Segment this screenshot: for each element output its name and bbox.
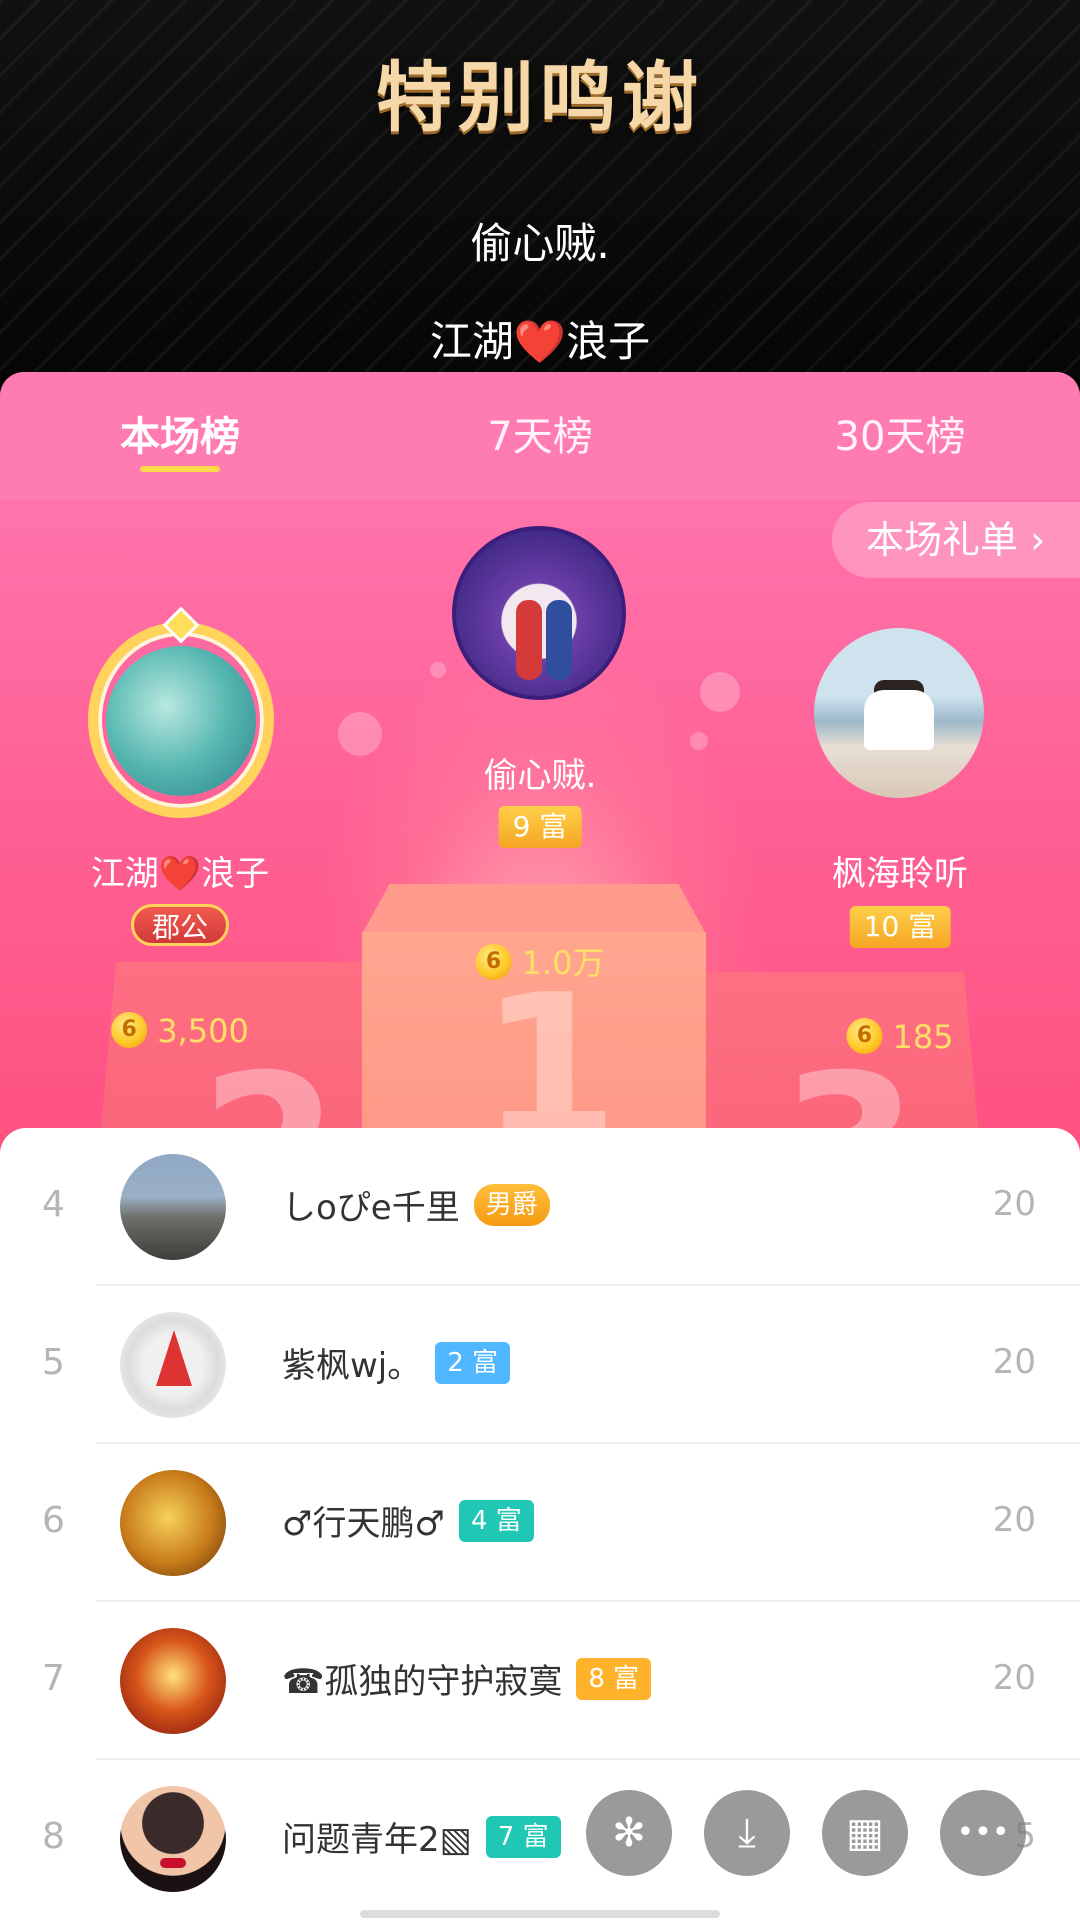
list-item[interactable]: 6 ♂行天鹏♂ 4 富 20 xyxy=(0,1444,1080,1602)
tab-30-days[interactable]: 30天榜 xyxy=(835,404,966,462)
coin-icon: 6 xyxy=(846,1018,883,1054)
decor-bubble xyxy=(690,732,708,750)
user-name: ♂行天鹏♂ xyxy=(282,1504,445,1544)
coin-icon: 6 xyxy=(475,944,512,980)
avatar[interactable] xyxy=(120,1312,226,1418)
name-group: しoぴe千里 男爵 xyxy=(282,1180,550,1229)
decor-bubble xyxy=(700,672,740,712)
thanks-section: 特别鸣谢 偷心贼. 江湖❤️浪子 xyxy=(0,0,1080,380)
list-item[interactable]: 4 しoぴe千里 男爵 20 xyxy=(0,1128,1080,1286)
user-name: 紫枫wj。 xyxy=(282,1346,422,1386)
list-item[interactable]: 5 紫枫wj。 2 富 20 xyxy=(0,1286,1080,1444)
list-item[interactable]: 7 ☎孤独的守护寂寞 8 富 20 xyxy=(0,1602,1080,1760)
rank-number: 4 xyxy=(42,1184,65,1225)
avatar-frame xyxy=(88,622,274,818)
avatar[interactable] xyxy=(120,1628,226,1734)
name-group: ♂行天鹏♂ 4 富 xyxy=(282,1496,534,1545)
rank-number: 7 xyxy=(42,1658,65,1699)
tab-bar: 本场榜 7天榜 30天榜 xyxy=(0,372,1080,500)
level-badge: 4 富 xyxy=(458,1499,534,1542)
contribution-score: 20 xyxy=(992,1342,1036,1382)
tab-underline xyxy=(140,466,220,472)
contribution-score: 20 xyxy=(992,1184,1036,1224)
second-place-score-value: 3,500 xyxy=(157,1012,249,1050)
title-badge: 男爵 xyxy=(473,1183,550,1226)
decor-bubble xyxy=(338,712,382,756)
level-badge: 2 富 xyxy=(435,1341,511,1384)
first-place-score-value: 1.0万 xyxy=(521,944,605,982)
third-place-score-value: 185 xyxy=(892,1018,954,1056)
user-name: 问题青年2▧ xyxy=(282,1820,472,1860)
first-place-level-badge: 9 富 xyxy=(498,806,582,848)
name-group: 问题青年2▧ 7 富 xyxy=(282,1812,561,1861)
ranking-list: 4 しoぴe千里 男爵 20 5 紫枫wj。 2 富 20 6 ♂行天鹏♂ 4 … xyxy=(0,1128,1080,1920)
second-place-score: 6 3,500 xyxy=(111,1012,249,1051)
second-place-name[interactable]: 江湖❤️浪子 xyxy=(91,846,269,895)
podium-first-top xyxy=(362,884,706,934)
contribution-score: 20 xyxy=(992,1658,1036,1698)
tab-7-days[interactable]: 7天榜 xyxy=(487,404,592,462)
more-icon[interactable]: ••• xyxy=(940,1790,1026,1876)
user-name: しoぴe千里 xyxy=(282,1188,460,1228)
home-indicator xyxy=(360,1910,720,1918)
level-badge: 8 富 xyxy=(576,1657,652,1700)
avatar[interactable] xyxy=(120,1470,226,1576)
third-place-score: 6 185 xyxy=(846,1018,954,1057)
first-place-name[interactable]: 偷心贼. xyxy=(484,748,597,797)
download-icon[interactable]: ⤓ xyxy=(704,1790,790,1876)
thanks-name-2: 江湖❤️浪子 xyxy=(429,317,651,366)
list-item[interactable]: 8 问题青年2▧ 7 富 5 xyxy=(0,1760,1080,1918)
first-place-avatar[interactable] xyxy=(452,526,626,700)
grid-icon[interactable]: ▦ xyxy=(822,1790,908,1876)
rank-number: 8 xyxy=(42,1816,65,1857)
second-place-title-badge: 郡公 xyxy=(130,904,230,946)
user-name: ☎孤独的守护寂寞 xyxy=(282,1662,563,1702)
avatar[interactable] xyxy=(120,1786,226,1892)
asterisk-icon[interactable]: ✻ xyxy=(586,1790,672,1876)
decor-bubble xyxy=(430,662,446,678)
avatar[interactable] xyxy=(120,1154,226,1260)
rank-number: 5 xyxy=(42,1342,65,1383)
tab-this-session[interactable]: 本场榜 xyxy=(120,404,240,462)
coin-icon: 6 xyxy=(111,1012,148,1048)
third-place-level-badge: 10 富 xyxy=(849,906,951,948)
thanks-name-1: 偷心贼. xyxy=(470,219,610,268)
level-badge: 7 富 xyxy=(485,1815,561,1858)
thanks-title: 特别鸣谢 xyxy=(376,53,704,142)
name-group: ☎孤独的守护寂寞 8 富 xyxy=(282,1654,652,1703)
first-place-score: 6 1.0万 xyxy=(475,938,605,984)
name-group: 紫枫wj。 2 富 xyxy=(282,1338,511,1387)
third-place-name[interactable]: 枫海聆听 xyxy=(832,846,968,895)
third-place-avatar[interactable] xyxy=(814,628,984,798)
gift-list-button[interactable]: 本场礼单 › xyxy=(832,502,1080,578)
rank-number: 6 xyxy=(42,1500,65,1541)
contribution-score: 20 xyxy=(992,1500,1036,1540)
